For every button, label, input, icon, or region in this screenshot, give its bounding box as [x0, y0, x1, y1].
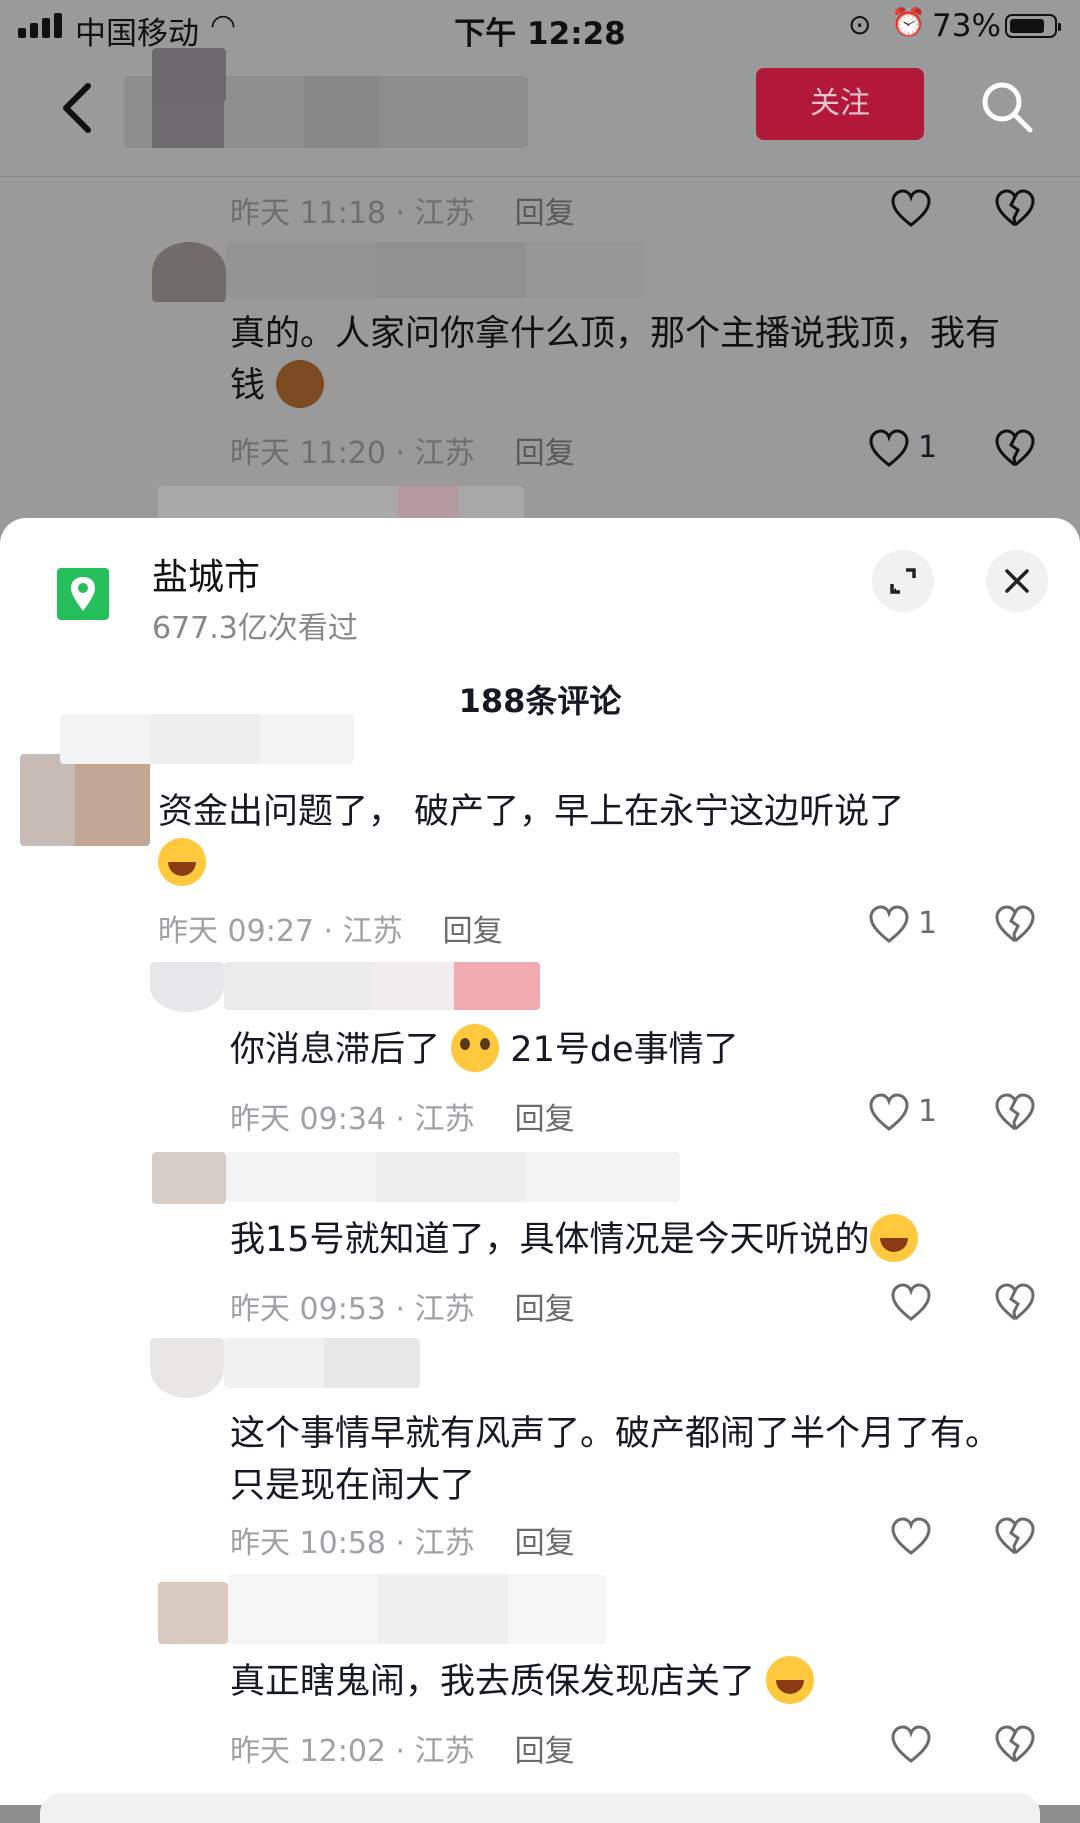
laugh-cry-emoji-icon — [158, 838, 206, 886]
comment-meta: 昨天 09:27 · 江苏 回复 — [158, 914, 503, 949]
blurred-avatar — [152, 1152, 226, 1204]
reply-button[interactable]: 回复 — [515, 436, 575, 471]
reply-button[interactable]: 回复 — [515, 1734, 575, 1769]
reply-button[interactable]: 回复 — [515, 1292, 575, 1327]
broken-heart-icon[interactable] — [994, 428, 1036, 470]
comment-meta: 昨天 11:20 · 江苏 回复 — [230, 436, 575, 471]
alarm-icon: ⏰ — [891, 6, 926, 39]
comment-text: 真的。人家问你拿什么顶，那个主播说我顶，我有钱 — [230, 314, 1001, 408]
like-count: 1 — [918, 430, 938, 465]
comment-text: 你消息滞后了 21号de事情了 — [230, 1024, 1030, 1076]
heart-icon[interactable] — [890, 1724, 932, 1766]
blurred-username — [224, 962, 540, 1010]
poop-emoji-icon — [276, 360, 325, 408]
blurred-avatar — [152, 242, 226, 302]
reply-button[interactable]: 回复 — [515, 1526, 575, 1561]
blurred-username — [224, 1338, 420, 1388]
heart-icon[interactable] — [868, 1092, 910, 1134]
comment-sheet: 盐城市 677.3亿次看过 188条评论 资金出问题了， 破产了，早上在永宁这边… — [0, 518, 1080, 1823]
battery-icon — [1005, 14, 1061, 38]
close-icon[interactable] — [986, 550, 1048, 612]
bg-comment: 真的。人家问你拿什么顶，那个主播说我顶，我有钱 昨天 11:20 · 江苏 回复 … — [0, 240, 1080, 530]
top-nav: 关注 — [0, 48, 1080, 177]
heart-icon[interactable] — [868, 904, 910, 946]
pleading-emoji-icon — [451, 1024, 500, 1072]
bg-comment: 昨天 11:18 · 江苏 回复 — [0, 176, 1080, 246]
comment-text: 我15号就知道了，具体情况是今天听说的 — [230, 1214, 1050, 1266]
heart-icon[interactable] — [868, 428, 910, 470]
broken-heart-icon[interactable] — [994, 1516, 1036, 1558]
comment-input-bar[interactable] — [40, 1793, 1040, 1823]
blurred-avatar — [150, 1338, 224, 1398]
broken-heart-icon[interactable] — [994, 1282, 1036, 1324]
comment-item: 真正瞎鬼闹，我去质保发现店关了 昨天 12:02 · 江苏 回复 — [0, 1574, 1080, 1769]
location-views: 677.3亿次看过 — [152, 611, 358, 646]
reply-button[interactable]: 回复 — [515, 196, 575, 231]
back-arrow-icon[interactable] — [58, 78, 108, 138]
heart-icon[interactable] — [890, 1282, 932, 1324]
background-page: 中国移动 ◠ 下午 12:28 ⊙ ⏰ 73% 关注 昨天 11:18 · 江苏… — [0, 0, 1080, 540]
comment-meta: 昨天 12:02 · 江苏 回复 — [230, 1734, 575, 1769]
broken-heart-icon[interactable] — [994, 188, 1036, 230]
heart-icon[interactable] — [890, 1516, 932, 1558]
blurred-username — [60, 714, 354, 764]
blurred-avatar — [158, 1582, 228, 1644]
laugh-cry-emoji-icon — [766, 1656, 815, 1704]
blurred-username — [226, 242, 646, 298]
map-pin-icon[interactable] — [57, 568, 109, 620]
comment-item: 这个事情早就有风声了。破产都闹了半个月了有。只是现在闹大了 昨天 10:58 ·… — [0, 1338, 1080, 1561]
blurred-avatar — [20, 754, 150, 846]
broken-heart-icon[interactable] — [994, 1092, 1036, 1134]
like-count: 1 — [918, 1094, 938, 1129]
blurred-username — [228, 1574, 606, 1644]
location-name[interactable]: 盐城市 — [152, 548, 260, 600]
heart-icon[interactable] — [890, 188, 932, 230]
comment-meta: 昨天 11:18 · 江苏 回复 — [230, 196, 575, 231]
broken-heart-icon[interactable] — [994, 1724, 1036, 1766]
like-count: 1 — [918, 906, 938, 941]
comment-item: 你消息滞后了 21号de事情了 昨天 09:34 · 江苏 回复 1 — [0, 962, 1080, 1137]
broken-heart-icon[interactable] — [994, 904, 1036, 946]
comment-meta: 昨天 10:58 · 江苏 回复 — [230, 1526, 575, 1561]
blurred-avatar — [152, 48, 226, 102]
comment-text: 资金出问题了， 破产了，早上在永宁这边听说了 — [158, 786, 1018, 890]
reply-button[interactable]: 回复 — [443, 914, 503, 949]
battery-percent: 73% — [932, 8, 1001, 44]
comment-text: 这个事情早就有风声了。破产都闹了半个月了有。只是现在闹大了 — [230, 1414, 1001, 1506]
comment-item: 资金出问题了， 破产了，早上在永宁这边听说了 昨天 09:27 · 江苏 回复 1 — [0, 714, 1080, 949]
comment-meta: 昨天 09:53 · 江苏 回复 — [230, 1292, 575, 1327]
comment-meta: 昨天 09:34 · 江苏 回复 — [230, 1102, 575, 1137]
follow-button[interactable]: 关注 — [756, 68, 924, 140]
comment-text: 真正瞎鬼闹，我去质保发现店关了 — [230, 1656, 1030, 1708]
blurred-avatar — [150, 962, 224, 1012]
blurred-username — [226, 1152, 680, 1202]
comment-item: 我15号就知道了，具体情况是今天听说的 昨天 09:53 · 江苏 回复 — [0, 1152, 1080, 1327]
search-icon[interactable] — [978, 78, 1038, 138]
laugh-cry-emoji-icon — [869, 1214, 918, 1262]
expand-icon[interactable] — [872, 550, 934, 612]
reply-button[interactable]: 回复 — [515, 1102, 575, 1137]
rotation-lock-icon: ⊙ — [848, 8, 872, 41]
